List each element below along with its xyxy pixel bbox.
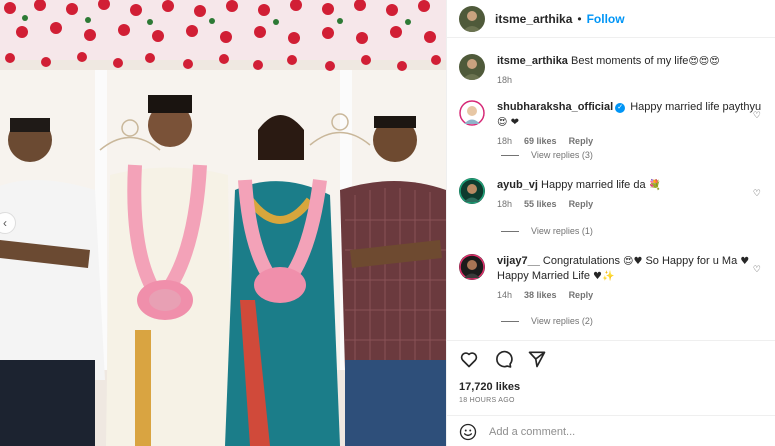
- share-icon[interactable]: [527, 349, 547, 369]
- comment-likes[interactable]: 69 likes: [524, 136, 557, 146]
- comment-icon[interactable]: [493, 349, 513, 369]
- follow-button[interactable]: Follow: [587, 12, 625, 26]
- action-icons: [459, 349, 547, 369]
- verified-badge-icon: ✓: [615, 103, 626, 113]
- heart-icon[interactable]: [459, 349, 479, 369]
- comment-body: Happy married life da: [541, 179, 646, 191]
- comment-like-heart-icon[interactable]: ♡: [753, 110, 761, 121]
- comment-time[interactable]: 18h: [497, 199, 512, 209]
- caption-username[interactable]: itsme_arthika: [497, 55, 568, 67]
- caption-meta: 18h: [497, 75, 767, 85]
- caption-time[interactable]: 18h: [497, 75, 512, 85]
- caption-text: itsme_arthika Best moments of my life😍😍😍: [497, 54, 767, 69]
- post-side-panel: itsme_arthika • Follow itsme_arthika Bes…: [446, 0, 775, 446]
- comment-text: shubharaksha_official ✓ Happy married lif…: [497, 100, 767, 130]
- comment-username[interactable]: shubharaksha_official: [497, 101, 613, 113]
- avatar[interactable]: [459, 5, 485, 32]
- divider-line: [501, 320, 519, 322]
- comment-item: ayub_vj Happy married life da 💐 18h 55 l…: [459, 178, 767, 209]
- comment-likes[interactable]: 38 likes: [524, 290, 557, 300]
- separator-dot: •: [577, 11, 582, 26]
- divider-line: [501, 154, 519, 156]
- post-author-username[interactable]: itsme_arthika: [495, 12, 572, 26]
- comment-text: ayub_vj Happy married life da 💐: [497, 178, 767, 193]
- comment-text: vijay7__ Congratulations 😍♥ So Happy for…: [497, 254, 753, 284]
- avatar[interactable]: [459, 100, 485, 126]
- avatar[interactable]: [459, 54, 485, 80]
- comment-item: shubharaksha_official ✓ Happy married lif…: [459, 100, 767, 146]
- view-replies-button[interactable]: View replies (3): [501, 150, 593, 160]
- divider-line: [501, 230, 519, 232]
- post-image[interactable]: ‹: [0, 0, 446, 446]
- comment-emoji-2: ♥: [740, 256, 750, 267]
- post-actions: 17,720 likes 18 HOURS AGO: [447, 340, 775, 446]
- post-header: itsme_arthika • Follow: [447, 0, 775, 38]
- caption-emoji: 😍😍😍: [688, 56, 720, 67]
- comment-body-part-3: Happy Married Life: [497, 270, 590, 282]
- view-replies-button[interactable]: View replies (2): [501, 316, 593, 326]
- comment-time[interactable]: 14h: [497, 290, 512, 300]
- comment-body: Happy married life paythyu: [630, 101, 762, 113]
- add-comment-input[interactable]: [489, 425, 729, 438]
- comment-like-heart-icon[interactable]: ♡: [753, 188, 761, 199]
- add-comment-bar: [447, 415, 775, 446]
- view-replies-button[interactable]: View replies (1): [501, 226, 593, 236]
- comment-username[interactable]: vijay7__: [497, 255, 540, 267]
- comment-body-part-2: So Happy for u Ma: [645, 255, 738, 267]
- comments-list[interactable]: itsme_arthika Best moments of my life😍😍😍…: [447, 38, 775, 340]
- reply-button[interactable]: Reply: [569, 290, 594, 300]
- caption-row: itsme_arthika Best moments of my life😍😍😍…: [459, 54, 767, 85]
- view-replies-label: View replies (3): [531, 150, 593, 160]
- comment-item: vijay7__ Congratulations 😍♥ So Happy for…: [459, 254, 767, 300]
- comment-time[interactable]: 18h: [497, 136, 512, 146]
- reply-button[interactable]: Reply: [569, 136, 594, 146]
- wedding-photo: [0, 0, 446, 446]
- avatar[interactable]: [459, 178, 485, 204]
- comment-emoji-3: ♥✨: [593, 271, 615, 282]
- comment-likes[interactable]: 55 likes: [524, 199, 557, 209]
- avatar[interactable]: [459, 254, 485, 280]
- post-time-ago[interactable]: 18 HOURS AGO: [459, 397, 515, 404]
- likes-count[interactable]: 17,720 likes: [459, 381, 520, 393]
- comment-body-part-1: Congratulations: [542, 255, 620, 267]
- comment-like-heart-icon[interactable]: ♡: [753, 264, 761, 275]
- comment-meta: 18h 69 likes Reply: [497, 136, 767, 146]
- comment-meta: 14h 38 likes Reply: [497, 290, 753, 300]
- comment-emoji: 💐: [648, 180, 662, 191]
- reply-button[interactable]: Reply: [569, 199, 594, 209]
- emoji-icon[interactable]: [459, 423, 477, 441]
- caption-body: Best moments of my life: [571, 55, 689, 67]
- view-replies-label: View replies (2): [531, 316, 593, 326]
- comment-meta: 18h 55 likes Reply: [497, 199, 767, 209]
- comment-emoji: 😍 ❤: [497, 117, 519, 128]
- comment-username[interactable]: ayub_vj: [497, 179, 538, 191]
- view-replies-label: View replies (1): [531, 226, 593, 236]
- comment-emoji-1: 😍♥: [623, 256, 643, 267]
